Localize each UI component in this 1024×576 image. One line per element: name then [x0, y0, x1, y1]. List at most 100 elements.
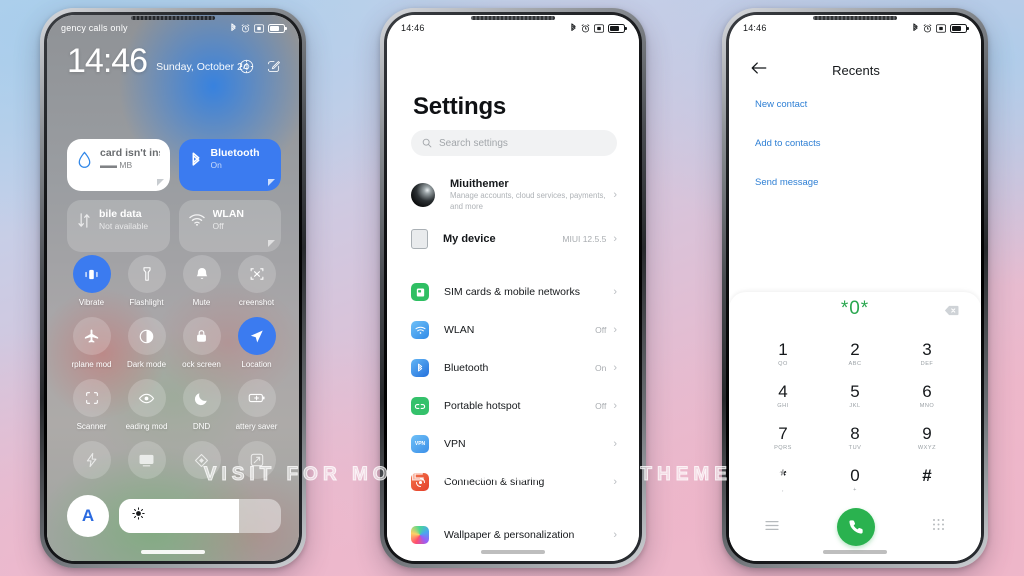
back-arrow-icon[interactable] [751, 61, 767, 80]
alarm-icon [581, 23, 590, 32]
settings-row-title: My device [443, 233, 496, 245]
brightness-slider[interactable] [119, 499, 281, 533]
qs-reading-mode[interactable]: eading mod [119, 379, 174, 431]
search-input[interactable]: Search settings [411, 130, 617, 156]
dialpad-key-8[interactable]: 8 TUV [819, 420, 891, 457]
link-add-to-contacts[interactable]: Add to contacts [755, 138, 959, 149]
dialpad-key-1[interactable]: 1 QO [747, 336, 819, 373]
wallpaper-icon [411, 526, 429, 544]
hamburger-icon[interactable] [765, 518, 779, 536]
home-indicator[interactable] [141, 550, 205, 554]
link-send-message[interactable]: Send message [755, 177, 959, 188]
tile-bluetooth[interactable]: Bluetooth On [178, 139, 281, 191]
dialpad-key-0[interactable]: 0 + [819, 462, 891, 499]
key-digit: 0 [850, 466, 860, 485]
dialpad-key-2[interactable]: 2 ABC [819, 336, 891, 373]
qs-label: Flashlight [129, 298, 164, 307]
phone-settings: 14:46 Settings Search settings Miuitheme… [380, 8, 646, 568]
wifi-icon [188, 212, 205, 233]
edit-icon[interactable] [266, 59, 281, 74]
key-sub: , [781, 487, 785, 493]
date-label: Sunday, October 24 [156, 61, 249, 74]
dialpad-key-6[interactable]: 6 MNO [891, 378, 963, 415]
dialpad-key-7[interactable]: 7 PQRS [747, 420, 819, 457]
key-sub: ABC [848, 361, 862, 367]
dialpad-key-5[interactable]: 5 JKL [819, 378, 891, 415]
qs-screenshot[interactable]: creenshot [229, 255, 284, 307]
dialpad-key-3[interactable]: 3 DEF [891, 336, 963, 373]
clock: 14:46 [67, 42, 148, 80]
settings-row-my-device[interactable]: My device MIUI 12.5.5 › [387, 220, 639, 258]
moon-icon [182, 379, 221, 417]
dialpad-key-star[interactable]: *, [747, 462, 819, 499]
qs-lightning[interactable] [64, 441, 119, 484]
home-indicator[interactable] [823, 550, 887, 554]
tile-title: bile data [99, 208, 142, 220]
qs-dark-mode[interactable]: Dark mode [119, 317, 174, 369]
dialed-number-row: *0* [729, 292, 981, 326]
status-time: 14:46 [743, 23, 767, 33]
settings-row-sim-cards[interactable]: SIM cards & mobile networks › [387, 273, 639, 311]
tile-title: WLAN [212, 208, 245, 220]
brightness-row: A [67, 495, 281, 537]
screen-control-center: gency calls only 14:46 Sunday, October 2… [47, 15, 299, 561]
tile-title: Bluetooth [210, 147, 260, 159]
settings-list: Miuithemer Manage accounts, cloud servic… [387, 170, 639, 554]
qs-location[interactable]: Location [229, 317, 284, 369]
qs-resize[interactable] [229, 441, 284, 484]
tile-wlan[interactable]: WLAN Off [178, 200, 281, 252]
carrier-label: gency calls only [61, 23, 128, 33]
vibrate-icon [72, 255, 111, 293]
settings-row-portable-hotspot[interactable]: Portable hotspot Off › [387, 387, 639, 425]
account-avatar [411, 183, 435, 207]
settings-row-bluetooth[interactable]: Bluetooth On › [387, 349, 639, 387]
keypad-dots-icon[interactable] [932, 518, 945, 536]
home-indicator[interactable] [481, 550, 545, 554]
settings-row-vpn[interactable]: VPN VPN › [387, 425, 639, 463]
dialpad-key-9[interactable]: 9 WXYZ [891, 420, 963, 457]
settings-row-wallpaper[interactable]: Wallpaper & personalization › [387, 516, 639, 554]
flashlight-icon [127, 255, 166, 293]
backspace-icon[interactable] [944, 303, 959, 321]
settings-row-connection-sharing[interactable]: Connection & sharing › [387, 463, 639, 501]
qs-lock-screen[interactable]: ock screen [174, 317, 229, 369]
tile-sub: Off [212, 221, 224, 232]
battery-icon [268, 23, 287, 33]
tile-mobile-data[interactable]: bile data Not available [67, 200, 170, 252]
key-digit: 9 [922, 424, 932, 443]
qs-diamond[interactable] [174, 441, 229, 484]
location-arrow-icon [237, 317, 276, 355]
settings-row-value: Off [595, 401, 607, 411]
key-digit: 7 [778, 424, 788, 443]
settings-row-account[interactable]: Miuithemer Manage accounts, cloud servic… [387, 170, 639, 220]
chevron-right-icon: › [613, 232, 617, 245]
qs-cast[interactable] [119, 441, 174, 484]
dialpad-key-hash[interactable]: # [891, 462, 963, 499]
qs-airplane-mode[interactable]: rplane mod [64, 317, 119, 369]
tile-data-usage[interactable]: card isn't inst ▬▬ MB [67, 139, 170, 191]
link-new-contact[interactable]: New contact [755, 99, 959, 110]
lightning-icon [72, 441, 111, 479]
qs-flashlight[interactable]: Flashlight [119, 255, 174, 307]
qs-dnd[interactable]: DND [174, 379, 229, 431]
phone-call-icon[interactable] [836, 508, 875, 546]
key-sub: PQRS [774, 445, 792, 451]
bell-icon [182, 255, 221, 293]
alarm-icon [241, 23, 250, 32]
dialpad-key-4[interactable]: 4 GHI [747, 378, 819, 415]
qs-battery-saver[interactable]: attery saver [229, 379, 284, 431]
settings-gear-icon[interactable] [239, 59, 254, 74]
qs-label: ock screen [182, 360, 221, 369]
settings-row-wlan[interactable]: WLAN Off › [387, 311, 639, 349]
qs-mute[interactable]: Mute [174, 255, 229, 307]
chevron-right-icon: › [613, 399, 617, 412]
tile-sub: ▬▬ MB [100, 160, 133, 171]
qs-vibrate[interactable]: Vibrate [64, 255, 119, 307]
auto-brightness-button[interactable]: A [67, 495, 109, 537]
list-divider-gap [387, 258, 639, 273]
hotspot-icon [411, 397, 429, 415]
qs-scanner[interactable]: Scanner [64, 379, 119, 431]
phone-control-center: gency calls only 14:46 Sunday, October 2… [40, 8, 306, 568]
settings-row-title: SIM cards & mobile networks [444, 286, 580, 298]
dialed-number[interactable]: *0* [841, 298, 869, 320]
